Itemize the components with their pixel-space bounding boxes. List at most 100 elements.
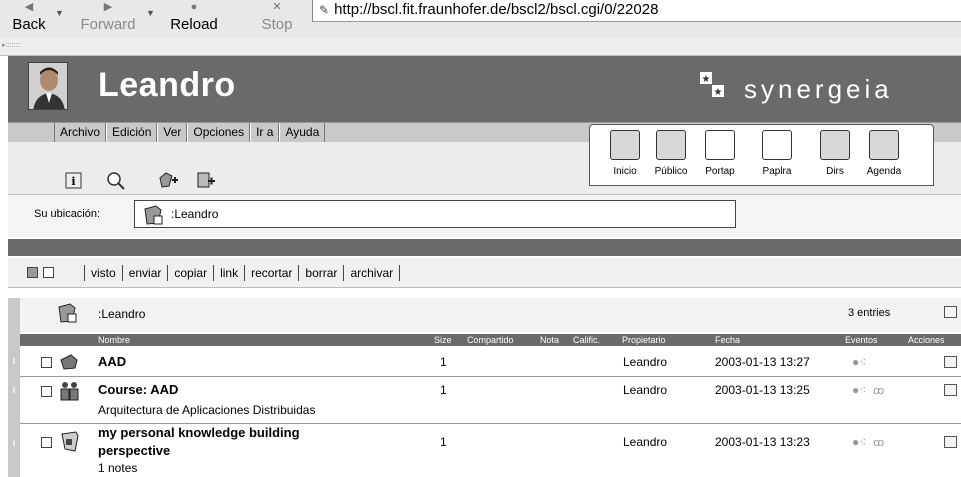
col-acciones[interactable]: Acciones: [908, 334, 945, 346]
address-bar[interactable]: ✎ http://bscl.fit.fraunhofer.de/bscl2/bsc…: [312, 0, 961, 22]
back-arrow-icon: ◀: [24, 1, 34, 13]
col-propietario[interactable]: Propietario: [622, 334, 666, 346]
add-document-icon[interactable]: [195, 170, 217, 192]
row-date: 2003-01-13 13:25: [715, 383, 810, 397]
row-owner[interactable]: Leandro: [623, 435, 667, 449]
row-action-icon[interactable]: [944, 384, 957, 396]
browser-toolbar: ◀ Back ▼ ▶ Forward ▼ ● Reload ✕ Stop ✎ ht…: [0, 0, 961, 38]
search-icon[interactable]: [105, 170, 127, 192]
action-visto[interactable]: visto: [84, 265, 123, 281]
row-name[interactable]: AAD: [98, 354, 126, 369]
knowledge-building-icon: [61, 431, 79, 452]
row-action-icon[interactable]: [944, 436, 957, 448]
row-name[interactable]: Course: AAD: [98, 382, 178, 397]
row-name-line2[interactable]: perspective: [98, 443, 170, 458]
row-info-icon[interactable]: i: [8, 385, 20, 395]
column-header: Nombre Size Compartido Nota Calific. Pro…: [20, 334, 961, 346]
svg-text:i: i: [71, 175, 75, 188]
directory-icon: [820, 130, 850, 160]
row-info-icon[interactable]: i: [8, 438, 20, 448]
clipboard-icon: [705, 130, 735, 160]
action-bar: visto enviar copiar link recortar borrar…: [8, 258, 961, 288]
nav-dirs[interactable]: Dirs: [813, 130, 857, 186]
menu-ir-a[interactable]: Ir a: [250, 123, 280, 142]
action-link[interactable]: link: [214, 265, 246, 281]
event-dots-icon[interactable]: ●⁖: [852, 383, 866, 397]
action-archivar[interactable]: archivar: [344, 265, 401, 281]
synergeia-logo-icon: ★ ★: [700, 72, 724, 98]
col-compartido[interactable]: Compartido: [467, 334, 514, 346]
table-row: i my personal knowledge building perspec…: [0, 424, 961, 477]
row-info-icon[interactable]: i: [8, 356, 20, 366]
reload-button[interactable]: ● Reload: [166, 2, 222, 36]
stop-icon: ✕: [272, 1, 282, 13]
forward-button[interactable]: ▶ Forward: [78, 2, 138, 36]
table-row: i Course: AAD Arquitectura de Aplicacion…: [0, 377, 961, 423]
course-icon: [60, 354, 78, 370]
row-date: 2003-01-13 13:27: [715, 355, 810, 369]
row-subtitle: Arquitectura de Aplicaciones Distribuida…: [98, 403, 316, 417]
toolbar-grip: ▸::::::::: [0, 38, 961, 56]
glasses-icon[interactable]: ꝏ: [873, 436, 884, 449]
row-checkbox[interactable]: [41, 386, 52, 397]
folder-icon: [58, 303, 77, 323]
back-dropdown-icon[interactable]: ▼: [55, 8, 64, 18]
group-icon: [60, 382, 79, 401]
add-folder-icon[interactable]: [158, 170, 180, 192]
url-text: http://bscl.fit.fraunhofer.de/bscl2/bscl…: [334, 1, 659, 18]
col-eventos[interactable]: Eventos: [845, 334, 878, 346]
folder-icon: [144, 205, 163, 225]
col-size[interactable]: Size: [434, 334, 452, 346]
deselect-all-checkbox[interactable]: [43, 267, 54, 278]
row-subtitle: 1 notes: [98, 461, 138, 475]
forward-dropdown-icon[interactable]: ▼: [146, 8, 155, 18]
row-checkbox[interactable]: [41, 437, 52, 448]
home-icon: [610, 130, 640, 160]
location-field[interactable]: [134, 200, 736, 228]
nav-paplra[interactable]: Paplra: [755, 130, 799, 186]
nav-portap[interactable]: Portap: [698, 130, 742, 186]
stop-button[interactable]: ✕ Stop: [255, 2, 299, 36]
location-label: Su ubicación:: [34, 208, 101, 220]
event-dots-icon[interactable]: ●⁖: [852, 435, 866, 449]
menu-ayuda[interactable]: Ayuda: [279, 123, 326, 142]
action-copiar[interactable]: copiar: [168, 265, 215, 281]
menu-ver[interactable]: Ver: [157, 123, 188, 142]
folder-action-icon[interactable]: [944, 306, 957, 318]
row-owner[interactable]: Leandro: [623, 383, 667, 397]
event-dots-icon[interactable]: ●⁖: [852, 355, 866, 369]
info-icon[interactable]: i: [63, 170, 85, 192]
grip-handle-icon[interactable]: ▸::::::::: [2, 41, 21, 49]
svg-text:★: ★: [702, 74, 711, 85]
select-all-checkbox[interactable]: [27, 267, 38, 278]
nav-publico[interactable]: Público: [649, 130, 693, 186]
glasses-icon[interactable]: ꝏ: [873, 384, 884, 397]
col-nota[interactable]: Nota: [540, 334, 559, 346]
menu-archivo[interactable]: Archivo: [54, 123, 107, 142]
row-date: 2003-01-13 13:23: [715, 435, 810, 449]
avatar: [28, 62, 68, 110]
col-calific[interactable]: Calific.: [573, 334, 600, 346]
col-nombre[interactable]: Nombre: [98, 334, 130, 346]
row-owner[interactable]: Leandro: [623, 355, 667, 369]
row-name[interactable]: my personal knowledge building: [98, 425, 300, 440]
action-recortar[interactable]: recortar: [245, 265, 300, 281]
menu-edicion[interactable]: Edición: [106, 123, 158, 142]
action-enviar[interactable]: enviar: [123, 265, 169, 281]
menu-opciones[interactable]: Opciones: [187, 123, 251, 142]
back-button[interactable]: ◀ Back: [9, 2, 49, 36]
col-fecha[interactable]: Fecha: [715, 334, 740, 346]
entry-count: 3 entries: [848, 307, 891, 319]
location-value: :Leandro: [171, 207, 219, 221]
row-checkbox[interactable]: [41, 357, 52, 368]
trash-icon: [762, 130, 792, 160]
nav-agenda[interactable]: Agenda: [862, 130, 906, 186]
svg-text:★: ★: [714, 87, 723, 98]
forward-arrow-icon: ▶: [103, 1, 113, 13]
row-action-icon[interactable]: [944, 356, 957, 368]
separator-bar: [8, 239, 961, 256]
action-borrar[interactable]: borrar: [299, 265, 345, 281]
table-row: i AAD 1 Leandro 2003-01-13 13:27 ●⁖: [0, 348, 961, 376]
row-size: 1: [440, 383, 447, 397]
nav-inicio[interactable]: Inicio: [603, 130, 647, 186]
